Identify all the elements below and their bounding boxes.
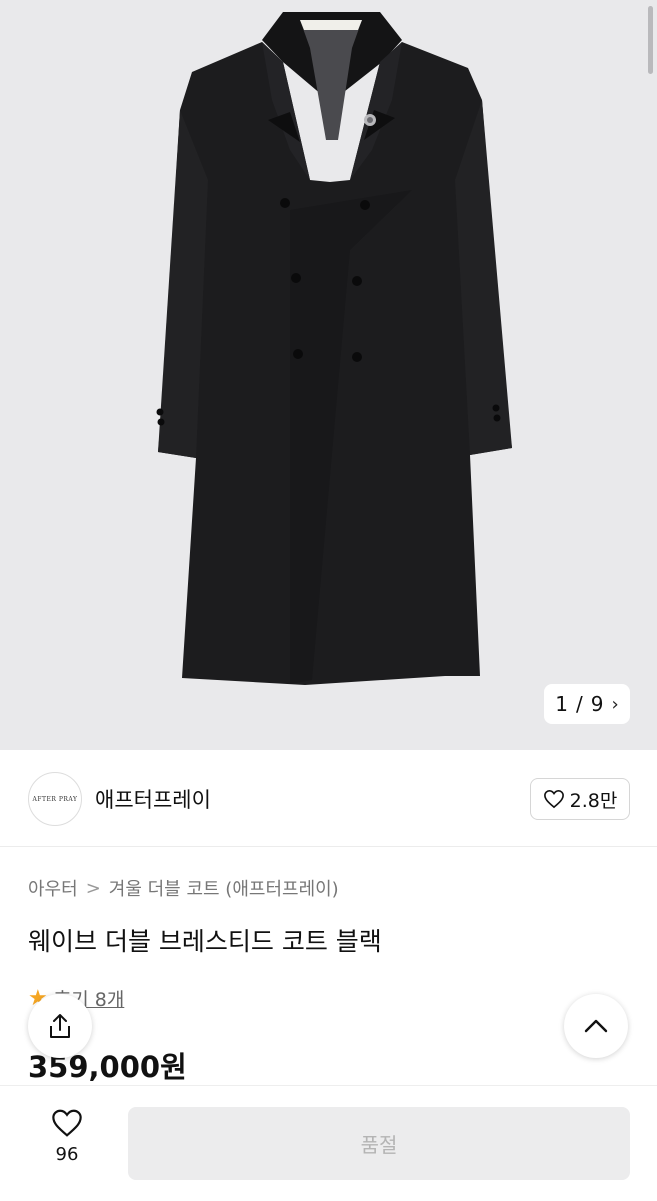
brand-logo-text: AFTER PRAY xyxy=(32,795,78,803)
breadcrumb-category[interactable]: 아우터 xyxy=(28,875,78,901)
product-title: 웨이브 더블 브레스티드 코트 블랙 xyxy=(28,927,382,956)
share-button[interactable] xyxy=(28,994,92,1058)
breadcrumb-separator: > xyxy=(85,877,101,899)
pager-current: 1 xyxy=(555,692,569,716)
pager-total: 9 xyxy=(590,692,604,716)
breadcrumb: 아우터 > 겨울 더블 코트 (애프터프레이) xyxy=(28,875,339,901)
chevron-up-icon xyxy=(584,1019,608,1033)
brand-name[interactable]: 애프터프레이 xyxy=(95,784,211,814)
wishlist-button[interactable]: 96 xyxy=(38,1108,96,1165)
heart-icon xyxy=(543,789,564,809)
wishlist-count: 96 xyxy=(55,1144,79,1165)
product-image-gallery[interactable]: 1 / 9 › xyxy=(0,0,657,750)
sold-out-button[interactable]: 품절 xyxy=(128,1107,630,1180)
share-icon xyxy=(50,1014,70,1038)
gallery-scrollbar[interactable] xyxy=(648,6,653,74)
brand-logo[interactable]: AFTER PRAY xyxy=(28,772,82,826)
scroll-top-button[interactable] xyxy=(564,994,628,1058)
image-pager[interactable]: 1 / 9 › xyxy=(544,684,630,724)
chevron-right-icon: › xyxy=(611,693,619,715)
brand-like-button[interactable]: 2.8만 xyxy=(530,778,630,820)
brand-like-count: 2.8만 xyxy=(569,789,618,812)
heart-icon xyxy=(52,1109,82,1137)
breadcrumb-subcategory[interactable]: 겨울 더블 코트 (애프터프레이) xyxy=(109,875,339,901)
product-image xyxy=(156,12,512,685)
pager-separator: / xyxy=(576,692,583,716)
